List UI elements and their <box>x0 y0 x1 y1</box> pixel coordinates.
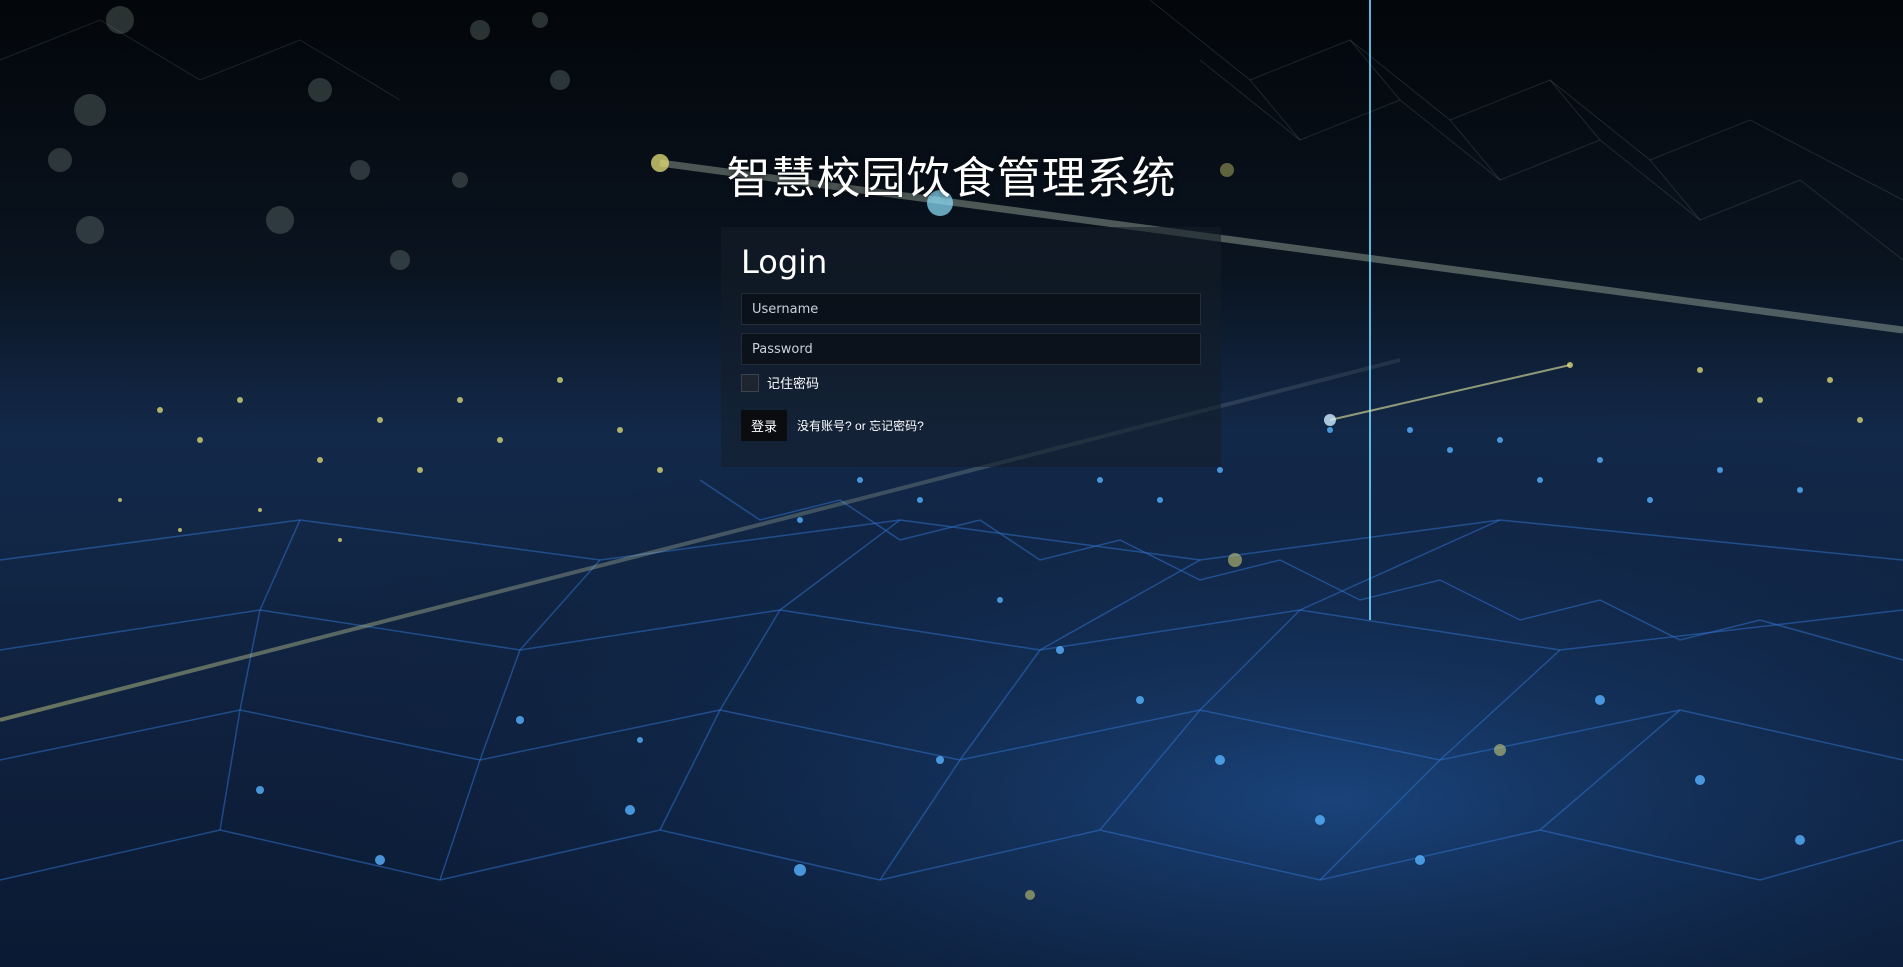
login-heading: Login <box>741 243 828 281</box>
register-link[interactable]: 没有账号? <box>797 419 852 433</box>
remember-password-row: 记住密码 <box>741 373 1201 392</box>
remember-password-checkbox[interactable] <box>741 373 759 392</box>
remember-password-label: 记住密码 <box>767 376 820 391</box>
forgot-password-link[interactable]: 忘记密码? <box>869 419 924 433</box>
page-title: 智慧校园饮食管理系统 <box>726 153 1177 204</box>
or-text: or <box>855 419 866 433</box>
password-input[interactable] <box>741 333 1201 365</box>
login-page: 智慧校园饮食管理系统 Login 记住密码 登录 没有账号? or 忘记密码? <box>0 0 1903 967</box>
login-actions: 登录 没有账号? or 忘记密码? <box>741 410 1201 441</box>
login-panel: Login 记住密码 登录 没有账号? or 忘记密码? <box>721 227 1221 467</box>
login-button[interactable]: 登录 <box>741 410 788 441</box>
username-input[interactable] <box>741 293 1201 325</box>
account-links: 没有账号? or 忘记密码? <box>797 417 924 434</box>
